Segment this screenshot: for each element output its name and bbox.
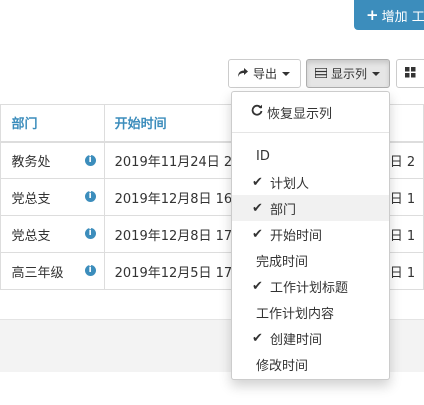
grid-icon bbox=[405, 66, 416, 81]
dept-cell: 高三年级 i bbox=[0, 252, 105, 290]
share-icon bbox=[237, 67, 249, 81]
start-cell: 2019年12月8日 17 bbox=[103, 215, 235, 253]
header-dept[interactable]: 部门 bbox=[0, 104, 105, 143]
column-option-label: 开始时间 bbox=[270, 228, 323, 244]
dept-text: 高三年级 bbox=[11, 265, 64, 281]
check-icon: ✔ bbox=[252, 226, 263, 242]
dept-text: 教务处 bbox=[11, 154, 51, 170]
list-icon bbox=[314, 66, 328, 81]
dept-text: 党总支 bbox=[11, 191, 51, 207]
column-option-start[interactable]: ✔ 开始时间 bbox=[232, 221, 389, 247]
dept-text: 党总支 bbox=[11, 228, 51, 244]
column-option-finish[interactable]: 完成时间 bbox=[232, 247, 389, 273]
column-option-label: 工作计划内容 bbox=[256, 306, 335, 322]
columns-dropdown: 恢复显示列 ID ✔ 计划人 ✔ 部门 ✔ 开始时间 完成时间 ✔ 工作计划标题… bbox=[231, 91, 390, 380]
column-option-label: 修改时间 bbox=[256, 358, 309, 374]
column-option-title[interactable]: ✔ 工作计划标题 bbox=[232, 273, 389, 299]
column-option-dept[interactable]: ✔ 部门 bbox=[232, 195, 389, 221]
refresh-icon bbox=[251, 104, 263, 120]
dept-cell: 教务处 i bbox=[0, 141, 105, 179]
column-option-label: 工作计划标题 bbox=[270, 280, 349, 296]
info-icon[interactable]: i bbox=[84, 154, 96, 166]
reset-columns-label: 恢复显示列 bbox=[267, 106, 333, 122]
export-button[interactable]: 导出 bbox=[228, 59, 301, 88]
export-label: 导出 bbox=[253, 67, 278, 81]
column-option-label: 创建时间 bbox=[270, 332, 323, 348]
dept-cell: 党总支 i bbox=[0, 215, 105, 253]
info-icon[interactable]: i bbox=[84, 265, 96, 276]
grid-view-button[interactable] bbox=[396, 59, 424, 88]
column-option-label: 计划人 bbox=[270, 176, 310, 192]
start-cell: 2019年11月24日 2 bbox=[103, 141, 235, 179]
header-start-time[interactable]: 开始时间 bbox=[103, 104, 235, 143]
start-cell: 2019年12月5日 17 bbox=[103, 252, 235, 290]
reset-columns-item[interactable]: 恢复显示列 bbox=[232, 100, 389, 124]
check-icon: ✔ bbox=[252, 200, 263, 216]
divider bbox=[232, 132, 389, 133]
column-option-planner[interactable]: ✔ 计划人 bbox=[232, 169, 389, 195]
column-option-modified[interactable]: 修改时间 bbox=[232, 351, 389, 377]
column-option-id[interactable]: ID bbox=[232, 143, 389, 169]
add-button[interactable]: + 增加 工 bbox=[354, 0, 424, 30]
top-bar: + 增加 工 bbox=[0, 0, 424, 39]
check-icon: ✔ bbox=[252, 174, 263, 190]
column-option-label: ID bbox=[256, 148, 270, 164]
info-icon[interactable]: i bbox=[84, 228, 96, 239]
dept-cell: 党总支 i bbox=[0, 178, 105, 216]
start-cell: 2019年12月8日 16 bbox=[103, 178, 235, 216]
columns-button[interactable]: 显示列 bbox=[306, 59, 390, 88]
column-option-content[interactable]: 工作计划内容 bbox=[232, 299, 389, 325]
check-icon: ✔ bbox=[252, 330, 263, 346]
plus-icon: + bbox=[366, 6, 379, 24]
column-option-label: 完成时间 bbox=[256, 254, 309, 270]
add-button-label: 增加 工 bbox=[381, 9, 424, 25]
check-icon: ✔ bbox=[252, 278, 263, 294]
column-option-label: 部门 bbox=[270, 202, 297, 218]
chevron-down-icon bbox=[372, 71, 381, 76]
columns-label: 显示列 bbox=[331, 67, 368, 81]
column-option-created[interactable]: ✔ 创建时间 bbox=[232, 325, 389, 351]
chevron-down-icon bbox=[282, 71, 291, 76]
info-icon[interactable]: i bbox=[84, 191, 96, 202]
